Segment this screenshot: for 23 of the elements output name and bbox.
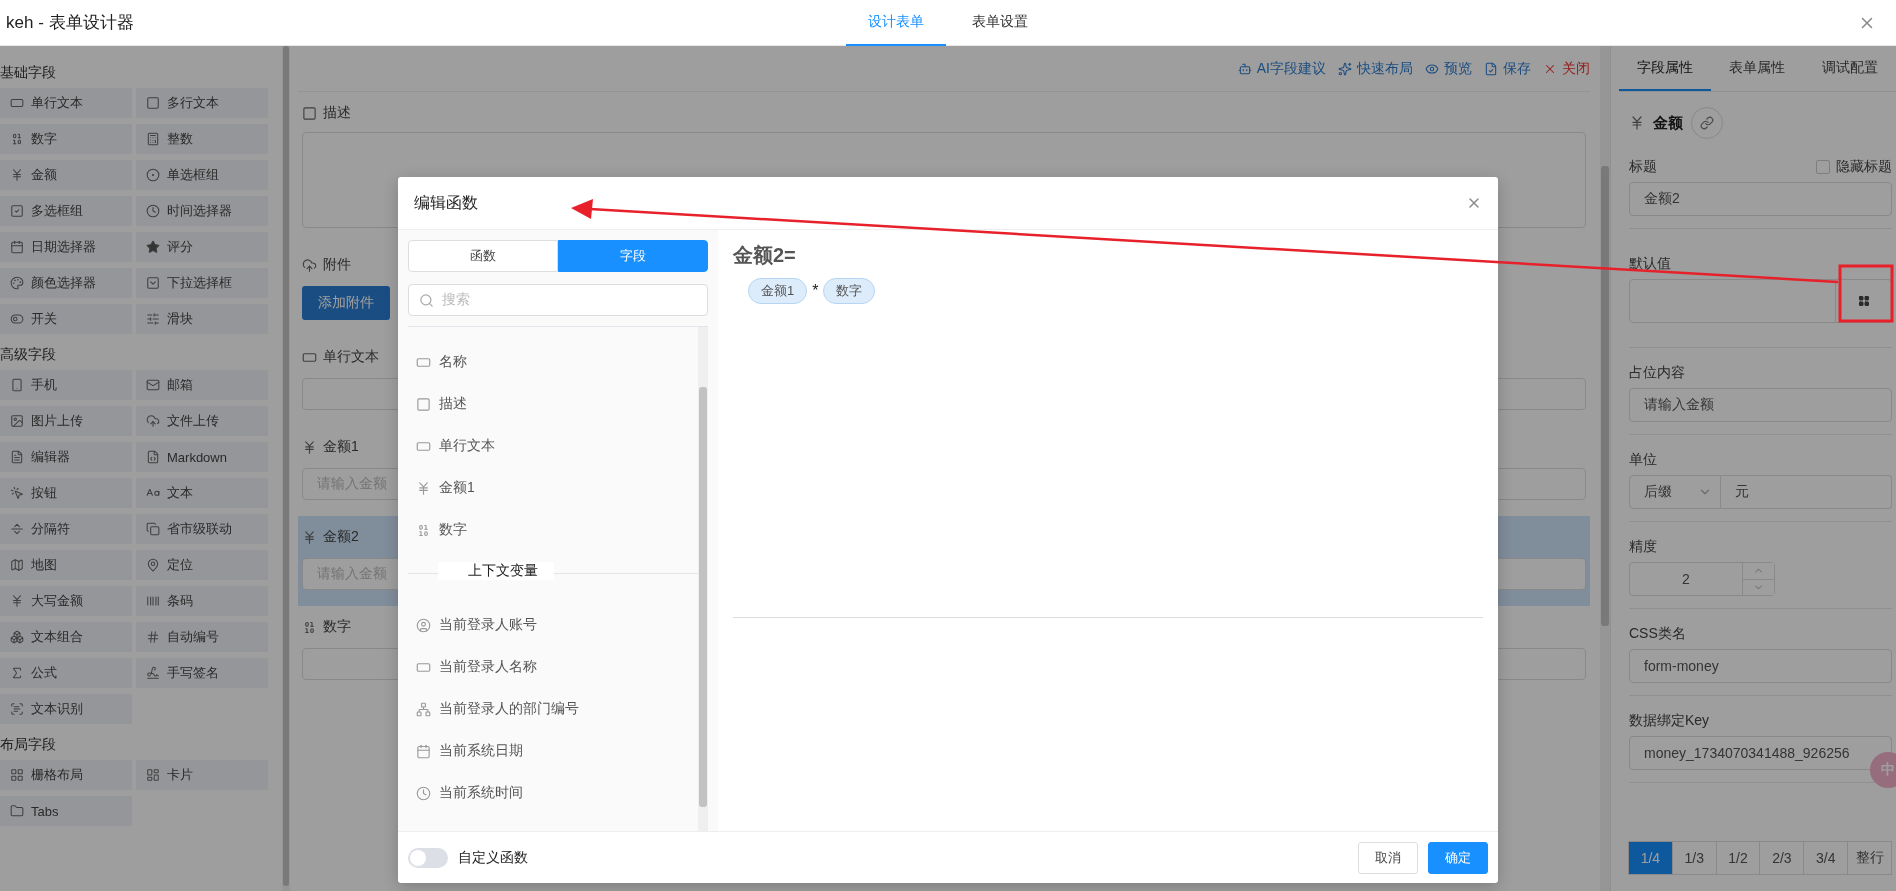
field-label: 描述 (323, 104, 351, 122)
field-type-title: 金额 (1653, 113, 1683, 133)
field-label: 单行文本 (323, 348, 379, 366)
property-label: 占位内容 (1629, 364, 1685, 382)
formula-target: 金额2= (733, 243, 797, 268)
app-title: keh - 表单设计器 (6, 12, 135, 34)
operator: * (812, 281, 819, 301)
property-label: 单位 (1629, 451, 1657, 469)
section-title: 上下文变量 (438, 562, 554, 580)
group-title: 布局字段 (0, 735, 57, 754)
property-label: 数据绑定Key (1629, 712, 1710, 730)
property-label: CSS类名 (1629, 625, 1686, 643)
modal-title: 编辑函数 (414, 192, 478, 213)
property-label: 精度 (1629, 538, 1657, 556)
field-label: 金额1 (323, 438, 359, 456)
field-label: 数字 (323, 618, 351, 636)
toggle-label: 自定义函数 (458, 848, 528, 867)
property-label: 默认值 (1629, 255, 1671, 273)
group-title: 基础字段 (0, 63, 57, 82)
property-label: 标题 (1629, 158, 1657, 176)
group-title: 高级字段 (0, 345, 57, 364)
field-label: 金额2 (323, 528, 359, 546)
field-label: 附件 (323, 256, 351, 274)
